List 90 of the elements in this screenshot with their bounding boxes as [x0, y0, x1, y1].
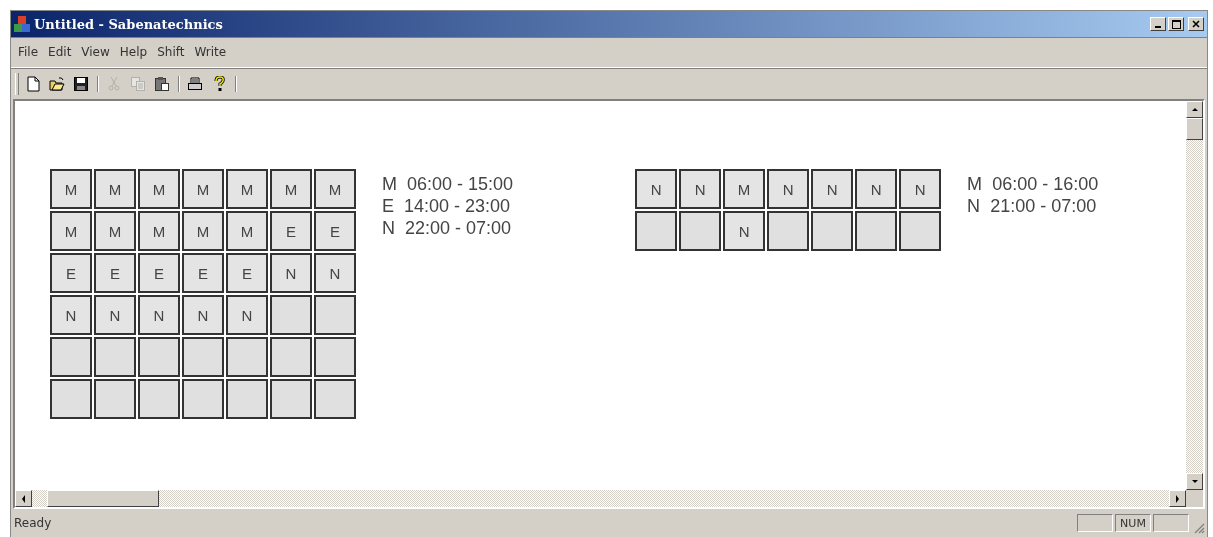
printer-icon[interactable] [187, 76, 203, 92]
num-lock-indicator: NUM [1115, 514, 1151, 532]
roster-cell[interactable]: M [138, 211, 180, 251]
folder-icon[interactable] [49, 76, 65, 92]
menu-item[interactable]: Help [114, 45, 153, 59]
status-pane [1077, 514, 1113, 532]
roster-cell[interactable]: M [314, 169, 356, 209]
roster-cell[interactable]: M [723, 169, 766, 209]
menu-item[interactable]: Shift [152, 45, 190, 59]
roster-cell[interactable] [50, 379, 92, 419]
roster-cell[interactable] [270, 295, 312, 335]
app-icon [14, 16, 30, 32]
roster-cell[interactable] [314, 337, 356, 377]
roster-cell[interactable]: E [182, 253, 224, 293]
roster-cell[interactable]: N [94, 295, 136, 335]
scroll-left-button[interactable] [15, 490, 32, 507]
shift-legend: N 22:00 - 07:00 [382, 217, 514, 239]
shift-legend: N 21:00 - 07:00 [967, 195, 1099, 217]
roster-cell[interactable]: M [182, 169, 224, 209]
roster-cell[interactable]: E [94, 253, 136, 293]
roster-cell[interactable]: N [767, 169, 810, 209]
roster-cell[interactable]: N [182, 295, 224, 335]
minimize-button[interactable] [1150, 17, 1166, 31]
roster-cell[interactable] [94, 379, 136, 419]
scroll-down-button[interactable] [1186, 473, 1203, 490]
close-icon [1192, 20, 1200, 28]
roster-cell[interactable]: M [138, 169, 180, 209]
scrollbar-corner [1186, 490, 1203, 507]
scrollbar-thumb[interactable] [47, 490, 159, 507]
roster-cell[interactable]: M [226, 169, 268, 209]
shift-legend: M 06:00 - 15:00 [382, 173, 514, 195]
roster-cell[interactable] [635, 211, 678, 251]
roster-cell[interactable]: E [138, 253, 180, 293]
roster-cell[interactable]: N [899, 169, 942, 209]
roster-cell[interactable] [182, 337, 224, 377]
roster-cell[interactable] [314, 295, 356, 335]
roster-cell[interactable]: N [679, 169, 722, 209]
shift-legend: M 06:00 - 16:00 [967, 173, 1099, 195]
roster-cell[interactable]: E [226, 253, 268, 293]
roster-cell[interactable]: M [94, 211, 136, 251]
roster-cell[interactable]: N [635, 169, 678, 209]
roster-cell[interactable]: N [50, 295, 92, 335]
maximize-button[interactable] [1168, 17, 1184, 31]
shift-legend: E 14:00 - 23:00 [382, 195, 514, 217]
roster-cell[interactable] [270, 379, 312, 419]
roster-cell[interactable] [138, 337, 180, 377]
clipboard-icon[interactable] [154, 76, 170, 92]
roster-cell[interactable] [182, 379, 224, 419]
roster-cell[interactable]: M [270, 169, 312, 209]
roster-cell[interactable]: E [50, 253, 92, 293]
roster-cell[interactable] [899, 211, 942, 251]
window-title: Untitled - Sabenatechnics [34, 16, 224, 32]
scroll-up-button[interactable] [1186, 101, 1203, 118]
scrollbar-thumb[interactable] [1186, 118, 1203, 140]
menu-item[interactable]: File [13, 45, 44, 59]
roster-cell[interactable]: E [314, 211, 356, 251]
roster-cell[interactable]: M [182, 211, 224, 251]
roster-cell[interactable]: M [50, 211, 92, 251]
roster-cell[interactable]: N [270, 253, 312, 293]
status-pane [1153, 514, 1189, 532]
roster-cell[interactable] [94, 337, 136, 377]
menu-item[interactable]: Edit [43, 45, 77, 59]
resize-grip-icon[interactable] [1193, 522, 1205, 534]
roster-cell[interactable]: N [811, 169, 854, 209]
roster-cell[interactable] [314, 379, 356, 419]
roster-cell[interactable]: M [94, 169, 136, 209]
roster-cell[interactable] [226, 379, 268, 419]
roster-cell[interactable]: N [226, 295, 268, 335]
roster-cell[interactable] [855, 211, 898, 251]
roster-cell[interactable] [270, 337, 312, 377]
roster-cell[interactable] [679, 211, 722, 251]
close-button[interactable] [1188, 17, 1204, 31]
roster-cell[interactable]: M [226, 211, 268, 251]
status-message: Ready [14, 516, 53, 530]
menu-item[interactable]: View [76, 45, 115, 59]
maximize-icon [1171, 19, 1181, 29]
menu-item[interactable]: Write [189, 45, 232, 59]
roster-cell[interactable] [767, 211, 810, 251]
roster-cell[interactable] [138, 379, 180, 419]
roster-cell[interactable] [811, 211, 854, 251]
roster-cell[interactable]: M [50, 169, 92, 209]
roster-cell[interactable] [226, 337, 268, 377]
roster-cell[interactable]: N [138, 295, 180, 335]
roster-cell[interactable]: N [723, 211, 766, 251]
document-icon[interactable] [25, 76, 41, 92]
roster-cell[interactable]: N [855, 169, 898, 209]
roster-cell[interactable] [50, 337, 92, 377]
roster-cell[interactable]: E [270, 211, 312, 251]
scroll-right-button[interactable] [1169, 490, 1186, 507]
roster-cell[interactable]: N [314, 253, 356, 293]
